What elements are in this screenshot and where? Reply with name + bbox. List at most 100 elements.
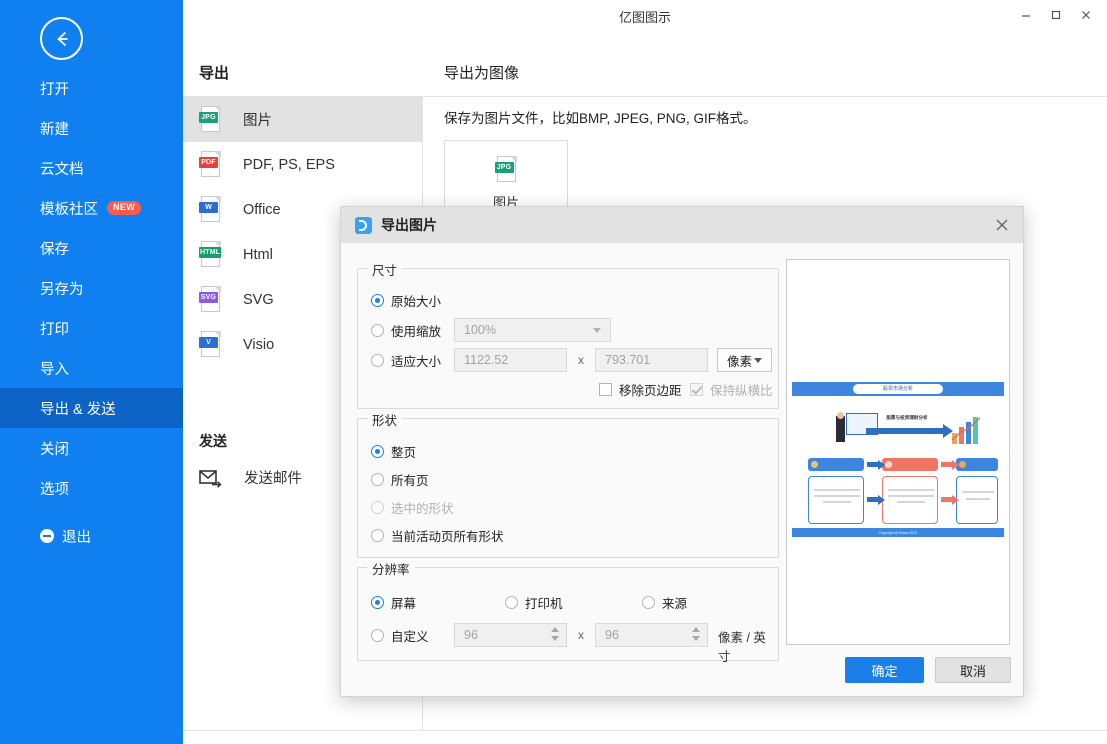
radio-source[interactable]	[642, 596, 655, 609]
radio-custom-dpi[interactable]	[371, 629, 384, 642]
thumb-arrow-4	[941, 494, 959, 505]
sidebar-item-3[interactable]: 模板社区 NEW	[0, 188, 183, 228]
sidebar-item-label: 另存为	[40, 281, 84, 298]
sidebar-item-5[interactable]: 另存为	[0, 268, 183, 308]
thumb-box-icon-2	[885, 461, 892, 468]
dpi-x-input[interactable]: 96	[454, 623, 567, 647]
radio-current-page-shapes[interactable]	[371, 529, 384, 542]
chevron-down-icon	[754, 358, 762, 363]
sidebar-item-label: 新建	[40, 121, 69, 138]
sidebar-item-8[interactable]: 导出 & 发送	[0, 388, 183, 428]
height-input[interactable]: 793.701	[595, 348, 708, 372]
minimize-icon	[1022, 15, 1030, 17]
maximize-icon	[1051, 10, 1061, 20]
radio-selected-shapes	[371, 501, 384, 514]
sidebar-item-4[interactable]: 保存	[0, 228, 183, 268]
sidebar-item-label: 打印	[40, 321, 69, 338]
export-heading: 导出	[199, 65, 230, 82]
export-format-label: PDF, PS, EPS	[243, 156, 335, 173]
dpi-y-value: 96	[605, 628, 619, 642]
jpg-file-icon-tag: JPG	[494, 162, 514, 173]
sidebar-item-label: 退出	[62, 529, 91, 546]
radio-current-page-shapes-label: 当前活动页所有形状	[391, 530, 504, 544]
file-type-icon-tag: W	[199, 202, 218, 213]
file-type-icon-tag: PDF	[199, 157, 218, 168]
size-x-separator: x	[578, 353, 584, 367]
minus-circle-icon	[40, 529, 54, 543]
sidebar-item-9[interactable]: 关闭	[0, 428, 183, 468]
dialog-close-button[interactable]	[989, 213, 1015, 237]
radio-original-size-label: 原始大小	[391, 295, 442, 309]
radio-all-pages[interactable]	[371, 473, 384, 486]
resolution-group: 分辨率 屏幕 打印机 来源 自定义 96 x 96 像素 / 英寸	[357, 559, 779, 664]
checkbox-remove-margin-label: 移除页边距	[619, 384, 682, 398]
radio-use-scale-label: 使用缩放	[391, 325, 442, 339]
checkbox-keep-ratio-label: 保持纵横比	[710, 384, 773, 398]
width-input[interactable]: 1122.52	[454, 348, 567, 372]
preview-thumbnail: 股票市场分析 股票与投资理财分析 Copyright @ Edraw 2020	[792, 382, 1004, 537]
cancel-button[interactable]: 取消	[935, 657, 1011, 683]
export-format-item-0[interactable]: JPG 图片	[183, 97, 422, 142]
thumb-heading-text: 股票与投资理财分析	[886, 415, 928, 420]
chevron-down-icon	[593, 328, 601, 333]
sidebar-item-2[interactable]: 云文档	[0, 148, 183, 188]
thumb-bar-chart	[950, 416, 984, 444]
export-image-dialog: 导出图片 尺寸 原始大小 使用缩放 100% 适应大小 1122.52 x 79…	[340, 206, 1024, 697]
back-arrow-icon	[57, 31, 68, 46]
scale-combobox[interactable]: 100%	[454, 318, 611, 342]
radio-use-scale[interactable]	[371, 324, 384, 337]
radio-custom-dpi-label: 自定义	[391, 630, 429, 644]
dpi-y-stepper[interactable]	[691, 627, 700, 645]
sidebar-item-7[interactable]: 导入	[0, 348, 183, 388]
window-titlebar: 亿图图示	[183, 0, 1107, 30]
checkbox-remove-margin[interactable]	[599, 383, 612, 396]
export-format-label: Html	[243, 246, 273, 263]
shape-group-legend: 形状	[367, 410, 403, 429]
sidebar-item-label: 导入	[40, 361, 69, 378]
radio-screen[interactable]	[371, 596, 384, 609]
size-unit-combobox[interactable]: 像素	[717, 348, 772, 372]
thumb-title-text: 股票市场分析	[882, 386, 913, 392]
checkbox-keep-ratio[interactable]	[690, 383, 703, 396]
sidebar-item-1[interactable]: 新建	[0, 108, 183, 148]
radio-fit-size[interactable]	[371, 354, 384, 367]
ok-button[interactable]: 确定	[845, 657, 924, 683]
radio-selected-shapes-label: 选中的形状	[391, 502, 454, 516]
sidebar-item-label: 打开	[40, 81, 69, 98]
send-mail-item[interactable]: 发送邮件	[199, 467, 302, 488]
sidebar-item-label: 选项	[40, 481, 69, 498]
dpi-unit-label: 像素 / 英寸	[718, 631, 766, 664]
close-button[interactable]	[1071, 2, 1101, 28]
mail-forward-icon	[199, 469, 222, 488]
sidebar-item-quit[interactable]: 退出	[0, 516, 183, 556]
export-format-item-1[interactable]: PDF PDF, PS, EPS	[183, 142, 422, 187]
maximize-button[interactable]	[1041, 2, 1071, 28]
file-type-icon: V	[199, 331, 222, 358]
jpg-file-icon: JPG	[494, 156, 518, 183]
thumb-box-body-3	[956, 476, 998, 524]
shape-group: 形状 整页 所有页 选中的形状 当前活动页所有形状	[357, 410, 779, 558]
export-preview: 股票市场分析 股票与投资理财分析 Copyright @ Edraw 2020	[786, 259, 1010, 645]
radio-all-pages-label: 所有页	[391, 474, 429, 488]
thumb-big-arrow	[866, 424, 953, 438]
radio-fit-size-label: 适应大小	[391, 355, 442, 369]
export-format-label: 图片	[243, 113, 272, 129]
sidebar-item-10[interactable]: 选项	[0, 468, 183, 508]
thumb-box-body-2	[882, 476, 938, 524]
dpi-x-stepper[interactable]	[550, 627, 559, 645]
sidebar-item-0[interactable]: 打开	[0, 68, 183, 108]
size-group-legend: 尺寸	[367, 260, 403, 279]
minimize-button[interactable]	[1011, 2, 1041, 28]
thumb-box-icon-3	[959, 461, 966, 468]
file-type-icon-tag: V	[199, 337, 218, 348]
radio-original-size[interactable]	[371, 294, 384, 307]
dpi-y-input[interactable]: 96	[595, 623, 708, 647]
sidebar-item-6[interactable]: 打印	[0, 308, 183, 348]
file-type-icon: HTML	[199, 241, 222, 268]
sidebar-item-badge: NEW	[107, 201, 142, 215]
radio-whole-page[interactable]	[371, 445, 384, 458]
scale-value: 100%	[464, 323, 496, 337]
radio-printer[interactable]	[505, 596, 518, 609]
back-button[interactable]	[40, 17, 83, 60]
file-type-icon: SVG	[199, 286, 222, 313]
